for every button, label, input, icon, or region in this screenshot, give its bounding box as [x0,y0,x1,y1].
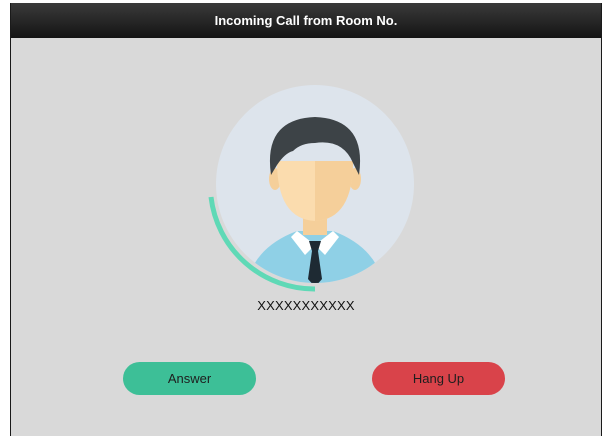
dialog-title-bar: Incoming Call from Room No. [11,3,601,38]
dialog-title: Incoming Call from Room No. [214,13,398,28]
hang-up-button[interactable]: Hang Up [372,362,505,395]
incoming-call-dialog: Incoming Call from Room No. XXXXXXXXXXX … [10,3,602,436]
caller-avatar [205,79,425,299]
user-avatar-icon [208,85,414,292]
caller-id-label: XXXXXXXXXXX [257,298,355,313]
answer-button[interactable]: Answer [123,362,256,395]
